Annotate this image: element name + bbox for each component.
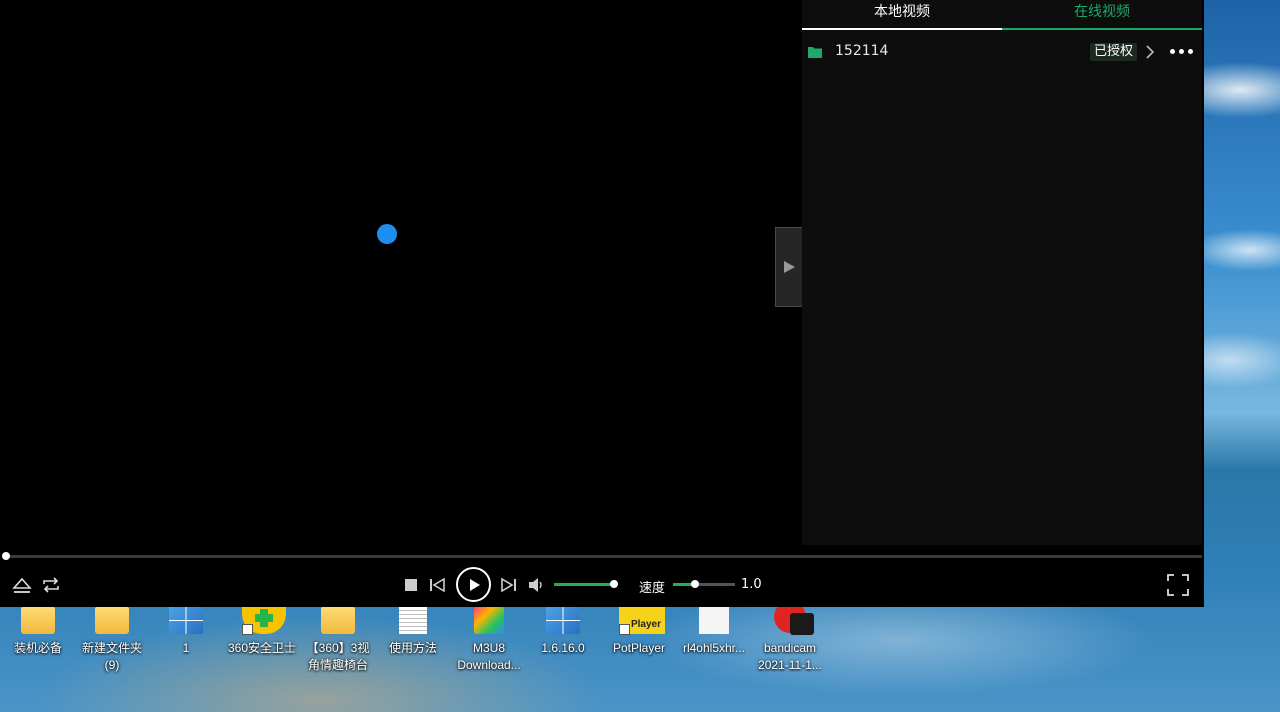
desktop-icon-label: 新建文件夹 (9) [81, 641, 142, 672]
cube-icon [166, 607, 206, 635]
desktop-icon-label: 使用方法 [388, 641, 437, 655]
shortcut-arrow-icon [242, 624, 253, 635]
volume-fill [554, 583, 614, 586]
desktop-icon-potplayer[interactable]: Player PotPlayer [601, 607, 677, 712]
cube-icon [543, 607, 583, 635]
desktop-icon-label: 装机必备 [13, 641, 62, 655]
document-icon [393, 607, 433, 635]
desktop-icon-file[interactable]: rl4ohl5xhr... [676, 607, 752, 712]
speed-label: 速度 [639, 581, 666, 596]
folder-icon [318, 607, 358, 635]
desktop-icon-360[interactable]: 360安全卫士 [224, 607, 300, 712]
desktop-icon-1[interactable]: 1 [148, 607, 224, 712]
desktop-icon-label: bandicam 2021-11-1... [758, 641, 822, 672]
shortcut-arrow-icon [619, 624, 630, 635]
desktop-icon-label: 【360】3视 角情趣椅台 [306, 641, 370, 672]
speed-slider[interactable] [673, 580, 735, 588]
desktop-icon-label: 1 [182, 641, 190, 655]
eject-icon[interactable] [12, 575, 32, 595]
playlist-panel: 本地视频 在线视频 152114 已授权 [802, 0, 1202, 545]
more-options-icon[interactable] [1170, 49, 1194, 55]
tab-local-video[interactable]: 本地视频 [802, 0, 1002, 30]
repeat-icon[interactable] [41, 575, 61, 595]
desktop-icon-new-folder[interactable]: 新建文件夹 (9) [74, 607, 150, 712]
authorized-badge: 已授权 [1090, 43, 1138, 61]
volume-slider[interactable] [554, 580, 618, 588]
desktop-icon-360-chair[interactable]: 【360】3视 角情趣椅台 [300, 607, 376, 712]
playlist-folder-row[interactable]: 152114 已授权 [802, 30, 1202, 74]
folder-icon [18, 607, 58, 635]
desktop-icon-label: M3U8 Download... [457, 641, 521, 672]
desktop-icon-bandicam[interactable]: bandicam 2021-11-1... [752, 601, 828, 712]
speed-handle[interactable] [690, 580, 699, 588]
m3u8-icon [469, 607, 509, 635]
folder-name: 152114 [835, 43, 889, 59]
folder-icon [92, 607, 132, 635]
video-area[interactable] [0, 0, 802, 545]
desktop-icon-label: rl4ohl5xhr... [682, 641, 746, 655]
desktop-icon-zhuangji[interactable]: 装机必备 [0, 607, 76, 712]
chevron-right-icon[interactable] [1145, 44, 1155, 60]
progress-handle[interactable] [2, 552, 10, 560]
desktop-icon-version[interactable]: 1.6.16.0 [525, 607, 601, 712]
volume-icon[interactable] [526, 575, 546, 595]
folder-icon [808, 47, 822, 58]
stop-icon[interactable] [403, 577, 419, 593]
fullscreen-icon[interactable] [1165, 572, 1191, 598]
playlist-tabs: 本地视频 在线视频 [802, 0, 1202, 30]
bandicam-icon [770, 601, 814, 635]
desktop-icon-m3u8[interactable]: M3U8 Download... [451, 607, 527, 712]
video-player-window: 本地视频 在线视频 152114 已授权 速度 1.0 [0, 0, 1204, 607]
triangle-right-icon [784, 261, 795, 273]
tab-online-video[interactable]: 在线视频 [1002, 0, 1202, 30]
progress-bar[interactable] [6, 555, 1202, 558]
blank-file-icon [694, 607, 734, 635]
desktop-icon-label: 1.6.16.0 [541, 641, 585, 655]
volume-handle[interactable] [610, 580, 618, 588]
desktop-icon-label: PotPlayer [612, 641, 666, 655]
360-icon [242, 607, 286, 635]
potplayer-icon: Player [619, 607, 665, 635]
desktop-icon-label: 360安全卫士 [227, 641, 297, 655]
play-icon [469, 578, 480, 591]
previous-track-icon[interactable] [428, 576, 446, 594]
playlist-toggle-button[interactable] [775, 227, 802, 307]
desktop-icon-usage[interactable]: 使用方法 [375, 607, 451, 712]
next-track-icon[interactable] [500, 576, 518, 594]
play-button[interactable] [456, 567, 491, 602]
speed-value: 1.0 [741, 577, 762, 592]
loading-indicator [377, 224, 397, 244]
